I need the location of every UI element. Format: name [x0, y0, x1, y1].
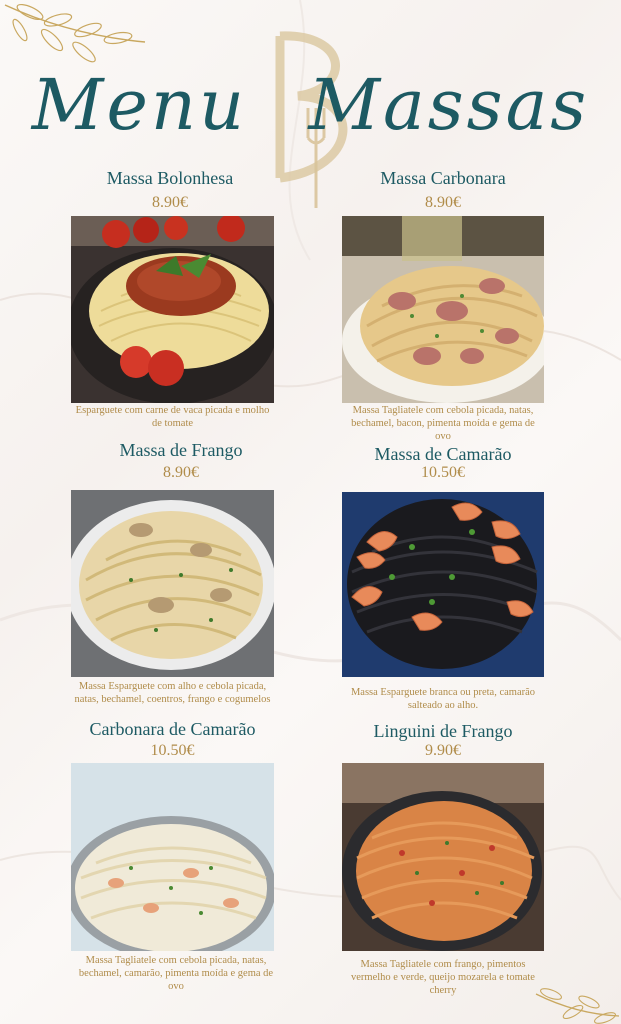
chicken-pasta-photo: [71, 490, 274, 677]
item-description: Massa Esparguete branca ou preta, camarã…: [350, 687, 536, 711]
item-description: Esparguete com carne de vaca picada e mo…: [75, 405, 270, 429]
item-name: Linguini de Frango: [373, 721, 513, 741]
item-description: Massa Esparguete com alho e cebola picad…: [74, 681, 271, 705]
item-description: Massa Tagliatele com cebola picada, nata…: [351, 405, 535, 442]
leaf-branch-icon: [535, 988, 620, 1024]
shrimp-pasta-photo: [342, 492, 544, 677]
shrimp-carbonara-photo: [71, 763, 274, 951]
chicken-linguini-photo: [342, 763, 544, 951]
title-menu: Menu: [31, 64, 248, 146]
item-name: Massa Carbonara: [380, 168, 506, 188]
item-price: 10.50€: [150, 742, 195, 759]
carbonara-photo: [342, 216, 544, 403]
title-massas: Massas: [308, 64, 590, 146]
item-price: 8.90€: [425, 194, 461, 211]
item-name: Carbonara de Camarão: [89, 719, 256, 739]
item-name: Massa de Camarão: [374, 444, 512, 464]
item-description: Massa Tagliatele com frango, pimentos ve…: [351, 959, 535, 996]
item-name: Massa Bolonhesa: [106, 168, 234, 188]
item-price: 8.90€: [163, 464, 199, 481]
item-description: Massa Tagliatele com cebola picada, nata…: [78, 955, 274, 992]
item-price: 8.90€: [152, 194, 188, 211]
bolognese-photo: [71, 216, 274, 403]
item-name: Massa de Frango: [119, 440, 243, 460]
item-price: 10.50€: [421, 464, 465, 481]
page-title: Menu Massas: [0, 70, 621, 140]
item-price: 9.90€: [425, 742, 461, 759]
